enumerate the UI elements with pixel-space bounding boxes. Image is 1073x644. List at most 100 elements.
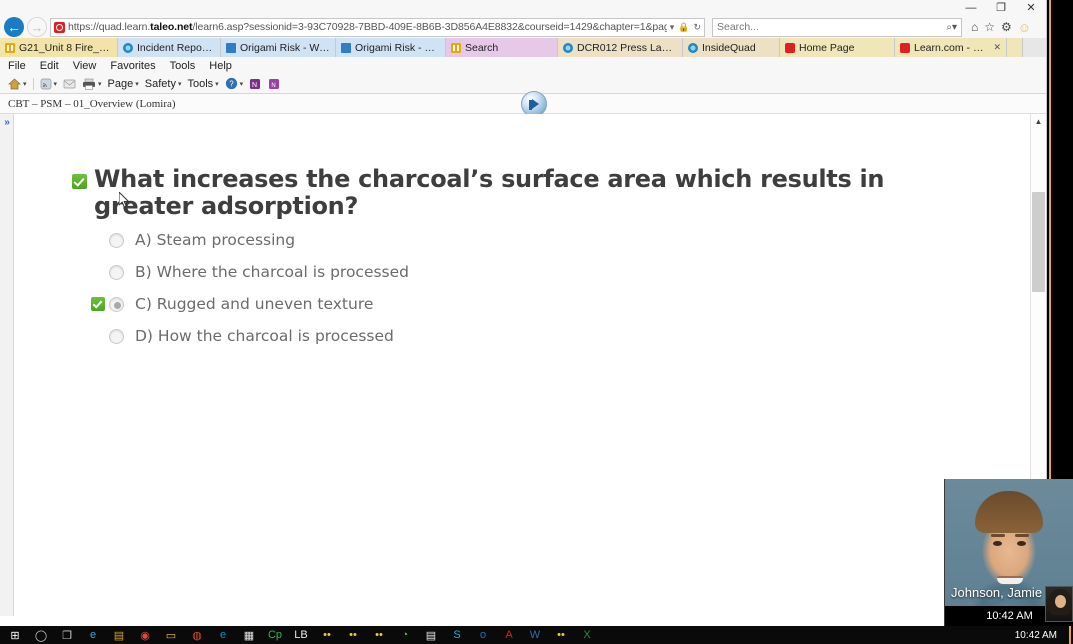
chevron-down-icon[interactable]: ▾ bbox=[23, 80, 27, 88]
forward-icon[interactable]: → bbox=[27, 17, 47, 37]
back-icon[interactable]: ← bbox=[4, 17, 24, 37]
participant-brow-left bbox=[991, 534, 1005, 537]
start-button[interactable]: ⊞ bbox=[2, 626, 28, 644]
refresh-icon[interactable]: ↻ bbox=[693, 22, 701, 33]
answer-option[interactable]: D) How the charcoal is processed bbox=[91, 320, 409, 352]
participant-eye-left bbox=[993, 541, 1002, 546]
gear-icon[interactable]: ⚙ bbox=[1001, 20, 1012, 34]
acrobat-icon[interactable]: A bbox=[496, 626, 522, 644]
word-icon[interactable]: W bbox=[522, 626, 548, 644]
orange-doc-icon bbox=[451, 42, 461, 53]
cmd-onenote-clip-icon[interactable]: N bbox=[268, 78, 281, 90]
answer-radio-button[interactable] bbox=[109, 264, 124, 280]
outlook-icon[interactable]: o bbox=[470, 626, 496, 644]
explorer-icon[interactable]: ▭ bbox=[158, 626, 184, 644]
notes-icon[interactable]: ▤ bbox=[418, 626, 444, 644]
cmd-help-icon[interactable]: ? ▾ bbox=[225, 77, 244, 90]
expand-sidebar-icon[interactable]: » bbox=[0, 117, 13, 128]
menu-bar: File Edit View Favorites Tools Help bbox=[0, 57, 1046, 74]
pacman-app2-icon[interactable]: •• bbox=[340, 626, 366, 644]
browser-toolbar-icons: ⌂ ☆ ⚙ ☺ bbox=[971, 20, 1031, 35]
url-dropdown-caret-icon[interactable]: ▾ bbox=[670, 22, 675, 33]
browser-tab[interactable]: Search bbox=[446, 38, 558, 57]
cmd-tools-menu[interactable]: Tools ▾ bbox=[187, 78, 218, 90]
evernote-icon[interactable]: ◔ bbox=[392, 626, 418, 644]
internet-explorer-icon[interactable]: e bbox=[210, 626, 236, 644]
answer-radio-button[interactable] bbox=[109, 296, 124, 312]
menu-item-view[interactable]: View bbox=[73, 60, 97, 72]
browser-tab-label: Origami Risk - Welc bbox=[240, 41, 330, 54]
task-view-icon[interactable]: ❐ bbox=[54, 626, 80, 644]
url-input[interactable]: https://quad.learn.taleo.net/learn6.asp?… bbox=[50, 17, 705, 37]
captivate-icon[interactable]: Cp bbox=[262, 626, 288, 644]
chrome-icon[interactable]: ◍ bbox=[184, 626, 210, 644]
browser-tab[interactable]: G21_Unit 8 Fire_6.26.19... bbox=[0, 38, 118, 57]
close-window-button[interactable]: ✕ bbox=[1016, 0, 1046, 16]
answer-radio-button[interactable] bbox=[109, 232, 124, 248]
chevron-down-icon[interactable]: ▾ bbox=[178, 80, 182, 88]
browser-tab[interactable]: Home Page bbox=[780, 38, 895, 57]
left-rail[interactable]: » bbox=[0, 114, 14, 616]
pacman-app4-icon[interactable]: •• bbox=[548, 626, 574, 644]
feedback-smiley-icon[interactable]: ☺ bbox=[1018, 20, 1031, 35]
cmd-print-icon[interactable]: ▾ bbox=[82, 78, 102, 90]
taskbar-clock[interactable]: 10:42 AM bbox=[1015, 630, 1057, 641]
ie-icon bbox=[563, 42, 573, 53]
browser-tab[interactable]: Origami Risk - Welc bbox=[221, 38, 336, 57]
menu-item-favorites[interactable]: Favorites bbox=[110, 60, 155, 72]
option-correct-checkmark-icon bbox=[91, 297, 105, 311]
taskbar-edge-accent bbox=[1069, 626, 1071, 644]
answer-option-label: D) How the charcoal is processed bbox=[135, 327, 394, 345]
pacman-app3-icon[interactable]: •• bbox=[366, 626, 392, 644]
window-title-bar: — ❐ ✕ bbox=[0, 0, 1046, 16]
cmd-page-menu[interactable]: Page ▾ bbox=[108, 78, 139, 90]
cmd-feeds-icon[interactable]: ▾ bbox=[40, 78, 58, 90]
search-provider-caret-icon[interactable]: ▾ bbox=[952, 22, 957, 33]
cmd-home-icon[interactable]: ▾ bbox=[8, 78, 27, 90]
excel-icon[interactable]: X bbox=[574, 626, 600, 644]
media-icon[interactable]: ◉ bbox=[132, 626, 158, 644]
browser-tab[interactable]: Incident Reporting - In... bbox=[118, 38, 221, 57]
chevron-down-icon[interactable]: ▾ bbox=[240, 80, 244, 88]
browser-tab[interactable]: Learn.com - CBT – ... ✕ bbox=[895, 38, 1007, 57]
edge-icon[interactable]: e bbox=[80, 626, 106, 644]
home-icon[interactable]: ⌂ bbox=[971, 20, 978, 34]
new-tab-button[interactable] bbox=[1007, 38, 1023, 57]
menu-item-file[interactable]: File bbox=[8, 60, 26, 72]
browser-tab[interactable]: DCR012 Press Labor D... bbox=[558, 38, 683, 57]
lb-app-icon[interactable]: LB bbox=[288, 626, 314, 644]
chevron-down-icon[interactable]: ▾ bbox=[98, 80, 102, 88]
chevron-down-icon[interactable]: ▾ bbox=[54, 80, 58, 88]
chevron-down-icon[interactable]: ▾ bbox=[215, 80, 219, 88]
answer-option[interactable]: A) Steam processing bbox=[91, 224, 409, 256]
scrollbar-thumb[interactable] bbox=[1032, 192, 1045, 292]
browser-tab[interactable]: Origami Risk - MARTI... bbox=[336, 38, 446, 57]
calculator-icon[interactable]: ▦ bbox=[236, 626, 262, 644]
page-title: CBT – PSM – 01_Overview (Lomira) bbox=[8, 97, 176, 110]
favorites-star-icon[interactable]: ☆ bbox=[984, 20, 995, 34]
cmd-read-mail-icon[interactable] bbox=[63, 78, 76, 89]
skype-icon[interactable]: S bbox=[444, 626, 470, 644]
pacman-app-icon[interactable]: •• bbox=[314, 626, 340, 644]
search-input[interactable]: Search... ⌕ ▾ bbox=[712, 17, 962, 37]
cmd-safety-menu[interactable]: Safety ▾ bbox=[145, 78, 182, 90]
answer-option[interactable]: B) Where the charcoal is processed bbox=[91, 256, 409, 288]
minimize-button[interactable]: — bbox=[956, 0, 986, 16]
browser-tab[interactable]: InsideQuad bbox=[683, 38, 780, 57]
cortana-search-icon[interactable]: ◯ bbox=[28, 626, 54, 644]
browser-tab-label: DCR012 Press Labor D... bbox=[577, 41, 677, 54]
windows-taskbar: ⊞ ◯ ❐ e ▤ ◉ ▭ ◍ e ▦ Cp LB •• •• •• ◔ ▤ So A W •• X 10:42 AM bbox=[0, 626, 1073, 644]
menu-item-edit[interactable]: Edit bbox=[40, 60, 59, 72]
browser-tab-label: G21_Unit 8 Fire_6.26.19... bbox=[19, 41, 112, 54]
chevron-down-icon[interactable]: ▾ bbox=[135, 80, 139, 88]
answer-option[interactable]: C) Rugged and uneven texture bbox=[91, 288, 409, 320]
scroll-up-arrow-icon[interactable]: ▲ bbox=[1035, 114, 1043, 130]
close-tab-icon[interactable]: ✕ bbox=[993, 42, 1001, 53]
self-view-thumbnail[interactable] bbox=[1045, 586, 1073, 622]
maximize-restore-button[interactable]: ❐ bbox=[986, 0, 1016, 16]
store-icon[interactable]: ▤ bbox=[106, 626, 132, 644]
cmd-onenote-icon[interactable]: N bbox=[249, 78, 262, 90]
menu-item-help[interactable]: Help bbox=[209, 60, 232, 72]
menu-item-tools[interactable]: Tools bbox=[170, 60, 196, 72]
answer-radio-button[interactable] bbox=[109, 328, 124, 344]
